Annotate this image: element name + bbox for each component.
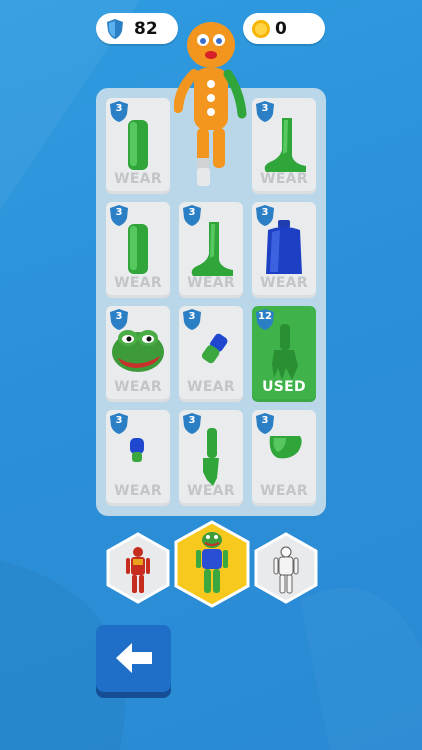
green-chunk-icon bbox=[269, 436, 302, 459]
level-number: 3 bbox=[261, 207, 269, 218]
green-foot-icon bbox=[191, 222, 233, 276]
coin-counter: 0 bbox=[243, 13, 325, 44]
inventory-slot[interactable]: 3 WEAR bbox=[252, 202, 316, 298]
blue-shirt-icon bbox=[266, 220, 302, 274]
back-button[interactable] bbox=[96, 625, 171, 692]
arrow-left-icon bbox=[116, 643, 152, 673]
wear-button-label: WEAR bbox=[187, 483, 235, 499]
shield-gem-icon bbox=[107, 18, 123, 39]
level-number: 3 bbox=[115, 311, 123, 322]
inventory-panel: 3 WEAR 3 WEAR 3 WEAR 3 WEAR 3 WEAR 3 WEA… bbox=[96, 22, 326, 516]
frog-character-icon bbox=[174, 520, 250, 608]
wear-button-label: WEAR bbox=[114, 275, 162, 291]
inventory-slot[interactable]: 3 WEAR bbox=[106, 98, 170, 194]
inventory-slot[interactable]: 3 WEAR bbox=[179, 202, 243, 298]
level-number: 3 bbox=[115, 207, 123, 218]
used-label: USED bbox=[262, 379, 306, 395]
inventory-slot[interactable]: 3 WEAR bbox=[179, 306, 243, 402]
green-foot-icon bbox=[264, 118, 306, 172]
inventory-slot-used[interactable]: 12 USED bbox=[252, 306, 316, 402]
wear-button-label: WEAR bbox=[260, 483, 308, 499]
level-number: 3 bbox=[261, 103, 269, 114]
inventory-slot[interactable]: 3 WEAR bbox=[106, 202, 170, 298]
green-arm-piece-icon bbox=[128, 224, 148, 274]
green-forearm-icon bbox=[203, 428, 219, 486]
wear-button-label: WEAR bbox=[114, 171, 162, 187]
wear-button-label: WEAR bbox=[187, 379, 235, 395]
level-number: 3 bbox=[188, 415, 196, 426]
inventory-slot[interactable]: 3 WEAR bbox=[106, 306, 170, 402]
green-hand-icon bbox=[272, 324, 298, 380]
character-option-frog-selected[interactable] bbox=[174, 520, 250, 608]
wear-button-label: WEAR bbox=[114, 483, 162, 499]
level-number: 3 bbox=[115, 103, 123, 114]
level-number: 3 bbox=[261, 415, 269, 426]
wear-button-label: WEAR bbox=[260, 275, 308, 291]
inventory-slot[interactable]: 3 WEAR bbox=[106, 410, 170, 506]
white-trooper-character-icon bbox=[254, 532, 318, 604]
red-robot-character-icon bbox=[106, 532, 170, 604]
blue-small-piece-icon bbox=[130, 438, 144, 462]
inventory-slot[interactable]: 3 WEAR bbox=[252, 98, 316, 194]
level-number: 3 bbox=[115, 415, 123, 426]
green-arm-piece-icon bbox=[128, 120, 148, 170]
gem-counter: 82 bbox=[96, 13, 178, 44]
inventory-slot[interactable]: 3 WEAR bbox=[252, 410, 316, 506]
wear-button-label: WEAR bbox=[187, 275, 235, 291]
frog-head-icon bbox=[112, 330, 164, 372]
level-number: 12 bbox=[258, 311, 272, 322]
inventory-slot[interactable]: 3 WEAR bbox=[179, 410, 243, 506]
wear-button-label: WEAR bbox=[114, 379, 162, 395]
coin-count: 0 bbox=[275, 18, 287, 39]
equipped-character-preview bbox=[173, 18, 248, 194]
level-number: 3 bbox=[188, 207, 196, 218]
coin-icon bbox=[252, 19, 270, 38]
blue-green-piece-icon bbox=[201, 333, 228, 364]
wear-button-label: WEAR bbox=[260, 171, 308, 187]
gem-count: 82 bbox=[134, 18, 158, 39]
gingerbread-character-icon bbox=[173, 22, 247, 186]
character-option-red-robot[interactable] bbox=[106, 532, 170, 604]
character-option-white-trooper[interactable] bbox=[254, 532, 318, 604]
level-number: 3 bbox=[188, 311, 196, 322]
